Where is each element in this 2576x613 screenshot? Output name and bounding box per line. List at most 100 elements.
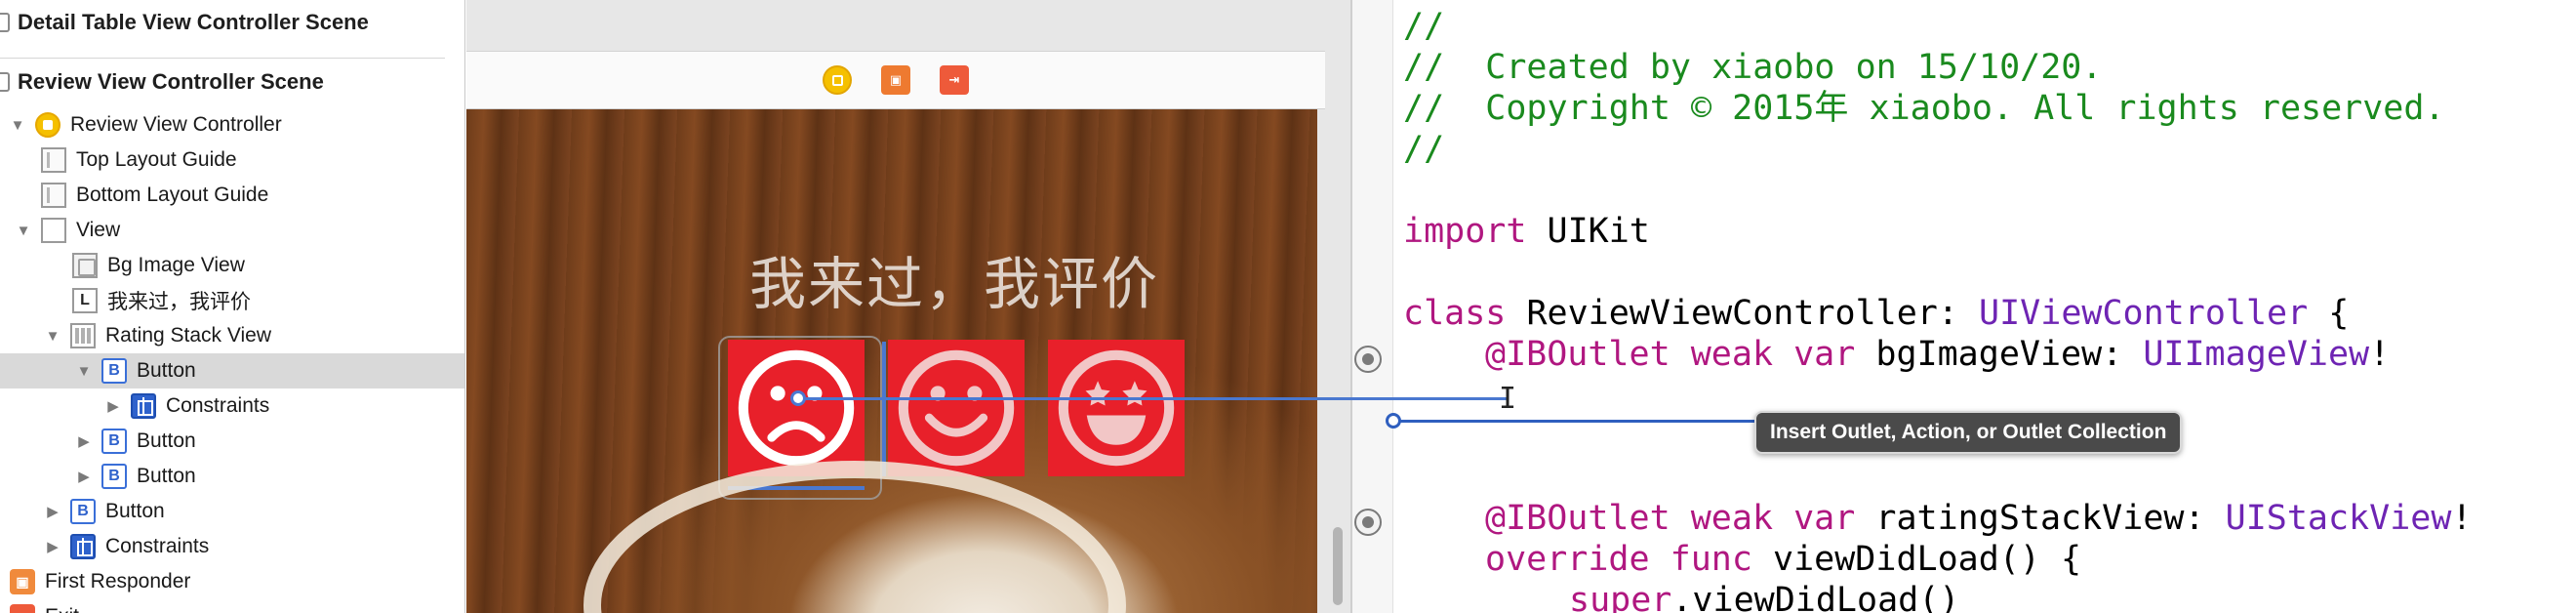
sad-face-icon (738, 349, 855, 467)
outline-item-exit[interactable]: ⇥ Exit (0, 599, 464, 613)
type-name: UIStackView (2225, 499, 2452, 538)
outline-item-button-constraints[interactable]: ▶ Constraints (0, 388, 464, 424)
layout-guide-icon (41, 147, 66, 173)
code-line-comment[interactable]: // (1403, 6, 1444, 47)
scene-icon (0, 72, 10, 92)
disclosure-down-icon[interactable]: ▼ (43, 326, 62, 346)
assistant-code-editor[interactable]: // // Created by xiaobo on 15/10/20. // … (1352, 0, 2576, 613)
function-signature: viewDidLoad() { (1773, 540, 2082, 579)
outline-item-button-selected[interactable]: ▼ B Button (0, 353, 464, 388)
rating-button-sad[interactable] (728, 340, 865, 476)
implicitly-unwrapped-mark: ! (2369, 335, 2391, 374)
scene-header-review[interactable]: Review View Controller Scene (0, 62, 324, 102)
code-line-import[interactable]: import UIKit (1403, 211, 1650, 252)
editor-gutter (1352, 0, 1393, 613)
view-icon (41, 218, 66, 243)
outline-item-first-responder[interactable]: ▣ First Responder (0, 564, 464, 599)
button-icon: B (70, 499, 96, 524)
outline-item-label: Review View Controller (70, 113, 282, 136)
outline-item-bg-image-view[interactable]: Bg Image View (0, 248, 464, 283)
review-scene-view[interactable]: 我来过，我评价 (466, 109, 1317, 613)
disclosure-down-icon[interactable]: ▼ (8, 115, 27, 135)
scene-title-label[interactable]: 我来过，我评价 (749, 238, 1159, 320)
code-line-class-decl[interactable]: class ReviewViewController: UIViewContro… (1403, 293, 2349, 334)
selection-marker-vertical (882, 342, 886, 476)
disclosure-down-icon[interactable]: ▼ (14, 221, 33, 240)
code-line-comment[interactable]: // Created by xiaobo on 15/10/20. (1403, 47, 2102, 88)
ibeam-cursor-icon: I (1499, 382, 1517, 416)
button-icon: B (101, 429, 127, 454)
label-icon: L (72, 288, 98, 313)
property-name: ratingStackView: (1875, 499, 2205, 538)
code-line-super-call[interactable]: super.viewDidLoad() (1569, 580, 1959, 613)
disclosure-right-icon[interactable]: ▶ (74, 431, 94, 451)
keyword: super (1569, 581, 1672, 613)
outline-item-label: View (76, 219, 121, 241)
stack-view-icon (70, 323, 96, 348)
outline-item-bottom-layout-guide[interactable]: Bottom Layout Guide (0, 178, 464, 213)
outline-item-label: Constraints (105, 535, 210, 557)
constraints-icon (131, 393, 156, 419)
rating-button-star[interactable] (1048, 340, 1185, 476)
canvas-scrollbar[interactable] (1333, 527, 1343, 605)
insert-outlet-tooltip: Insert Outlet, Action, or Outlet Collect… (1754, 411, 2183, 454)
scene-header-detail[interactable]: Detail Table View Controller Scene (0, 3, 369, 42)
keyword: class (1403, 294, 1507, 333)
scene-dock: ▣ ⇥ (466, 51, 1325, 109)
insertion-indicator-line (1393, 420, 1756, 423)
disclosure-down-icon[interactable]: ▼ (74, 361, 94, 381)
connection-drag-line (795, 397, 1508, 400)
outline-item-label: Button (137, 429, 196, 452)
code-line-comment[interactable]: // (1403, 129, 1444, 170)
outline-item-view-constraints[interactable]: ▶ Constraints (0, 529, 464, 564)
outline-item-button[interactable]: ▶ B Button (0, 459, 464, 494)
constraints-icon (70, 534, 96, 559)
outline-item-label: Button (137, 465, 196, 487)
star-eyes-face-icon (1058, 349, 1175, 467)
code-line-outlet-bgimageview[interactable]: @IBOutlet weak var bgImageView: UIImageV… (1485, 334, 2390, 375)
view-controller-icon (35, 112, 60, 138)
keyword: override func (1485, 540, 1752, 579)
outline-item-label: Constraints (166, 394, 270, 417)
image-view-icon (72, 253, 98, 278)
type-name: UIImageView (2143, 335, 2370, 374)
outline-item-label: First Responder (45, 570, 191, 593)
disclosure-right-icon[interactable]: ▶ (103, 396, 123, 416)
code-line-override[interactable]: override func viewDidLoad() { (1485, 539, 2081, 580)
outline-item-review-view-controller[interactable]: ▼ Review View Controller (0, 107, 464, 143)
outline-item-button[interactable]: ▶ B Button (0, 424, 464, 459)
code-line-outlet-ratingstackview[interactable]: @IBOutlet weak var ratingStackView: UISt… (1485, 498, 2473, 539)
disclosure-right-icon[interactable]: ▶ (43, 537, 62, 556)
storyboard-canvas[interactable]: ▣ ⇥ 我来过，我评价 (466, 0, 1350, 613)
implicitly-unwrapped-mark: ! (2451, 499, 2473, 538)
disclosure-right-icon[interactable]: ▶ (43, 502, 62, 521)
insertion-indicator-dot (1386, 413, 1401, 429)
connection-drag-origin (790, 390, 806, 406)
disclosure-right-icon[interactable]: ▶ (74, 467, 94, 486)
module-name: UIKit (1547, 212, 1650, 251)
method-call: .viewDidLoad() (1671, 581, 1960, 613)
document-outline: Detail Table View Controller Scene Revie… (0, 0, 465, 613)
outline-item-rating-stack-view[interactable]: ▼ Rating Stack View (0, 318, 464, 353)
outline-item-button[interactable]: ▶ B Button (0, 494, 464, 529)
scene-header-label: Review View Controller Scene (18, 69, 324, 94)
outlet-connection-indicator[interactable] (1354, 509, 1382, 536)
outline-item-label: Top Layout Guide (76, 148, 237, 171)
outline-item-view[interactable]: ▼ View (0, 213, 464, 248)
button-icon: B (101, 464, 127, 489)
view-controller-icon[interactable] (823, 65, 852, 95)
first-responder-icon[interactable]: ▣ (881, 65, 910, 95)
smile-face-icon (898, 349, 1015, 467)
code-line-comment[interactable]: // Copyright © 2015年 xiaobo. All rights … (1403, 88, 2445, 129)
outline-item-label: Bg Image View (107, 254, 245, 276)
class-name: ReviewViewController: (1526, 294, 1958, 333)
rating-button-smile[interactable] (888, 340, 1025, 476)
outline-item-top-layout-guide[interactable]: Top Layout Guide (0, 143, 464, 178)
scene-header-label: Detail Table View Controller Scene (18, 10, 369, 34)
outline-item-label: 我来过，我评价 (107, 291, 251, 313)
outlet-connection-indicator[interactable] (1354, 346, 1382, 373)
exit-icon[interactable]: ⇥ (940, 65, 969, 95)
exit-icon: ⇥ (10, 604, 35, 613)
outline-item-title-label[interactable]: L 我来过，我评价 (0, 283, 464, 318)
brace: { (2328, 294, 2350, 333)
